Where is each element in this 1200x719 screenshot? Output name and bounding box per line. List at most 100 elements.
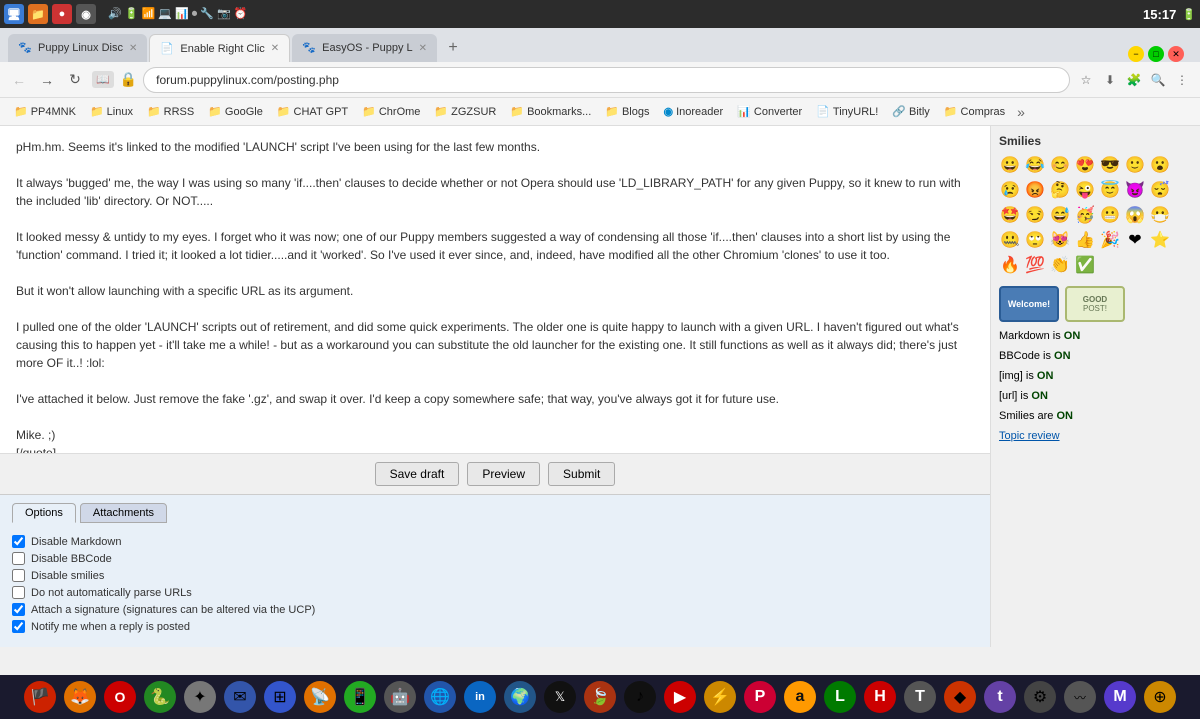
taskbar-youtube-icon[interactable]: ▶ bbox=[664, 681, 696, 713]
checkbox-disable-markdown[interactable] bbox=[12, 535, 25, 548]
smiley-24[interactable]: 😻 bbox=[1049, 229, 1071, 251]
smiley-7[interactable]: 😮 bbox=[1149, 154, 1171, 176]
taskbar-x-icon[interactable]: 𝕏 bbox=[544, 681, 576, 713]
smiley-3[interactable]: 😊 bbox=[1049, 154, 1071, 176]
smiley-15[interactable]: 🤩 bbox=[999, 204, 1021, 226]
smiley-9[interactable]: 😡 bbox=[1024, 179, 1046, 201]
smiley-16[interactable]: 😏 bbox=[1024, 204, 1046, 226]
bookmark-rrss[interactable]: 📁 RRSS bbox=[141, 103, 200, 120]
taskbar-icon-3[interactable]: ● bbox=[52, 4, 72, 24]
smiley-32[interactable]: ✅ bbox=[1074, 254, 1096, 276]
post-textarea[interactable]: pHm.hm. Seems it's linked to the modifie… bbox=[0, 126, 990, 453]
smiley-4[interactable]: 😍 bbox=[1074, 154, 1096, 176]
smiley-31[interactable]: 👏 bbox=[1049, 254, 1071, 276]
tab-puppylinux[interactable]: 🐾 Puppy Linux Disc ✕ bbox=[8, 34, 147, 62]
taskbar-net-icon[interactable]: 🌐 bbox=[424, 681, 456, 713]
taskbar-h-icon[interactable]: H bbox=[864, 681, 896, 713]
taskbar-star-icon[interactable]: ✦ bbox=[184, 681, 216, 713]
taskbar-gem-icon[interactable]: ◆ bbox=[944, 681, 976, 713]
bookmark-bitly[interactable]: 🔗 Bitly bbox=[886, 103, 935, 120]
good-post-badge[interactable]: GOOD POST! bbox=[1065, 286, 1125, 322]
submit-button[interactable]: Submit bbox=[548, 462, 615, 486]
taskbar-mail-icon[interactable]: ✉ bbox=[224, 681, 256, 713]
taskbar-amazon-icon[interactable]: a bbox=[784, 681, 816, 713]
smiley-6[interactable]: 🙂 bbox=[1124, 154, 1146, 176]
taskbar-t-icon[interactable]: T bbox=[904, 681, 936, 713]
smiley-11[interactable]: 😜 bbox=[1074, 179, 1096, 201]
taskbar-icon-1[interactable]: 🖥 bbox=[4, 4, 24, 24]
smiley-28[interactable]: ⭐ bbox=[1149, 229, 1171, 251]
back-button[interactable]: ← bbox=[8, 69, 30, 91]
taskbar-leroy-icon[interactable]: L bbox=[824, 681, 856, 713]
smiley-5[interactable]: 😎 bbox=[1099, 154, 1121, 176]
taskbar-leaf-icon[interactable]: 🍃 bbox=[584, 681, 616, 713]
smiley-25[interactable]: 👍 bbox=[1074, 229, 1096, 251]
smiley-20[interactable]: 😱 bbox=[1124, 204, 1146, 226]
welcome-badge[interactable]: Welcome! bbox=[999, 286, 1059, 322]
reader-mode-button[interactable]: 📖 bbox=[92, 71, 114, 88]
tab-close-2[interactable]: ✕ bbox=[271, 43, 279, 54]
bookmark-linux[interactable]: 📁 Linux bbox=[84, 103, 139, 120]
bookmark-compras[interactable]: 📁 Compras bbox=[938, 103, 1011, 120]
smiley-26[interactable]: 🎉 bbox=[1099, 229, 1121, 251]
taskbar-pinterest-icon[interactable]: P bbox=[744, 681, 776, 713]
bookmark-pp4mnk[interactable]: 📁 PP4MNK bbox=[8, 103, 82, 120]
save-draft-button[interactable]: Save draft bbox=[375, 462, 460, 486]
taskbar-twitch-icon[interactable]: t bbox=[984, 681, 1016, 713]
forward-button[interactable]: → bbox=[36, 69, 58, 91]
menu-icon[interactable]: ⋮ bbox=[1172, 70, 1192, 90]
smiley-12[interactable]: 😇 bbox=[1099, 179, 1121, 201]
download-icon[interactable]: ⬇ bbox=[1100, 70, 1120, 90]
tab-easyos[interactable]: 🐾 EasyOS - Puppy L ✕ bbox=[292, 34, 437, 62]
search-icon[interactable]: 🔍 bbox=[1148, 70, 1168, 90]
topic-review-link[interactable]: Topic review bbox=[999, 430, 1192, 442]
bookmark-zgzsur[interactable]: 📁 ZGZSUR bbox=[428, 103, 502, 120]
smiley-10[interactable]: 🤔 bbox=[1049, 179, 1071, 201]
taskbar-mastodon-icon[interactable]: M bbox=[1104, 681, 1136, 713]
window-maximize[interactable]: □ bbox=[1148, 46, 1164, 62]
taskbar-globe2-icon[interactable]: 🌍 bbox=[504, 681, 536, 713]
taskbar-snake-icon[interactable]: 🐍 bbox=[144, 681, 176, 713]
smiley-19[interactable]: 😬 bbox=[1099, 204, 1121, 226]
window-minimize[interactable]: − bbox=[1128, 46, 1144, 62]
reload-button[interactable]: ↻ bbox=[64, 69, 86, 91]
bookmark-google[interactable]: 📁 GooGle bbox=[202, 103, 269, 120]
smiley-30[interactable]: 💯 bbox=[1024, 254, 1046, 276]
checkbox-no-parse-urls[interactable] bbox=[12, 586, 25, 599]
tab-close-3[interactable]: ✕ bbox=[419, 43, 427, 54]
taskbar-tiktok-icon[interactable]: ♪ bbox=[624, 681, 656, 713]
taskbar-bolt-icon[interactable]: ⚡ bbox=[704, 681, 736, 713]
taskbar-flag-icon[interactable]: 🏴 bbox=[24, 681, 56, 713]
smiley-17[interactable]: 😅 bbox=[1049, 204, 1071, 226]
taskbar-tools-icon[interactable]: ⚙ bbox=[1024, 681, 1056, 713]
preview-button[interactable]: Preview bbox=[467, 462, 540, 486]
bookmarks-more[interactable]: » bbox=[1013, 104, 1029, 120]
taskbar-ai-icon[interactable]: 🤖 bbox=[384, 681, 416, 713]
checkbox-disable-smilies[interactable] bbox=[12, 569, 25, 582]
taskbar-win-icon[interactable]: ⊞ bbox=[264, 681, 296, 713]
tab-enable-right-click[interactable]: 📄 Enable Right Clic ✕ bbox=[149, 34, 290, 62]
smiley-22[interactable]: 🤐 bbox=[999, 229, 1021, 251]
bookmark-bookmarks[interactable]: 📁 Bookmarks... bbox=[504, 103, 597, 120]
tab-close-1[interactable]: ✕ bbox=[129, 43, 137, 54]
taskbar-icon-2[interactable]: 📁 bbox=[28, 4, 48, 24]
bookmark-converter[interactable]: 📊 Converter bbox=[731, 103, 808, 120]
taskbar-opera-icon[interactable]: O bbox=[104, 681, 136, 713]
tab-attachments[interactable]: Attachments bbox=[80, 503, 167, 523]
bookmark-icon[interactable]: ☆ bbox=[1076, 70, 1096, 90]
tab-options[interactable]: Options bbox=[12, 503, 76, 523]
address-input[interactable] bbox=[143, 67, 1070, 93]
editor-scroll[interactable]: pHm.hm. Seems it's linked to the modifie… bbox=[0, 126, 990, 453]
taskbar-compass-icon[interactable]: ⊕ bbox=[1144, 681, 1176, 713]
smiley-1[interactable]: 😀 bbox=[999, 154, 1021, 176]
smiley-27[interactable]: ❤ bbox=[1124, 229, 1146, 251]
smiley-21[interactable]: 😷 bbox=[1149, 204, 1171, 226]
taskbar-wave-icon[interactable]: 〰 bbox=[1064, 681, 1096, 713]
checkbox-notify-reply[interactable] bbox=[12, 620, 25, 633]
smiley-14[interactable]: 😴 bbox=[1149, 179, 1171, 201]
smiley-13[interactable]: 😈 bbox=[1124, 179, 1146, 201]
window-close[interactable]: ✕ bbox=[1168, 46, 1184, 62]
taskbar-phone-icon[interactable]: 📱 bbox=[344, 681, 376, 713]
smiley-23[interactable]: 🙄 bbox=[1024, 229, 1046, 251]
smiley-29[interactable]: 🔥 bbox=[999, 254, 1021, 276]
